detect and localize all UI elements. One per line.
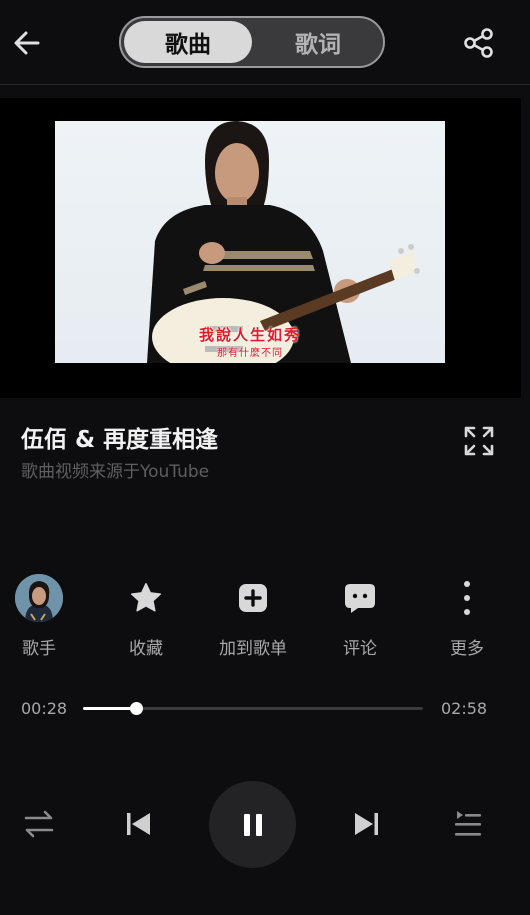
action-more[interactable]: 更多 <box>427 574 507 659</box>
action-favorite[interactable]: 收藏 <box>106 574 186 659</box>
more-vertical-icon <box>464 581 470 615</box>
action-comment[interactable]: 评论 <box>320 574 400 659</box>
video-source-note: 歌曲视频来源于YouTube <box>21 462 210 482</box>
arrow-left-icon <box>14 31 40 55</box>
play-pause-button[interactable] <box>209 781 296 868</box>
action-label: 歌手 <box>22 639 56 659</box>
video-frame: 我說人生如秀 那有什麼不同 <box>55 121 445 363</box>
repeat-shuffle-icon <box>24 810 54 838</box>
tab-lyrics[interactable]: 歌词 <box>255 21 381 63</box>
comment-icon <box>345 584 375 613</box>
back-button[interactable] <box>10 26 44 60</box>
playlist-queue-button[interactable] <box>447 804 487 844</box>
pause-icon <box>243 813 262 836</box>
skip-next-icon <box>355 813 378 835</box>
header-divider <box>0 84 530 85</box>
star-icon <box>131 583 161 612</box>
video-player[interactable]: 我說人生如秀 那有什麼不同 <box>0 98 521 398</box>
fullscreen-button[interactable] <box>462 424 496 458</box>
artist-avatar <box>15 574 63 622</box>
previous-button[interactable] <box>118 804 158 844</box>
action-artist[interactable]: 歌手 <box>0 574 79 659</box>
video-caption-main: 我說人生如秀 <box>198 326 301 344</box>
action-label: 加到歌单 <box>219 639 287 659</box>
play-mode-button[interactable] <box>19 804 59 844</box>
skip-previous-icon <box>127 813 150 835</box>
song-title: 伍佰 & 再度重相逢 <box>21 427 219 453</box>
fullscreen-expand-icon <box>464 426 494 456</box>
action-add-to-playlist[interactable]: 加到歌单 <box>213 574 293 659</box>
next-button[interactable] <box>347 804 387 844</box>
video-caption-secondary: 那有什麼不同 <box>217 348 283 359</box>
share-icon <box>464 28 493 58</box>
progress-thumb[interactable] <box>130 702 144 715</box>
action-label: 收藏 <box>129 639 163 659</box>
current-time: 00:28 <box>21 699 68 718</box>
add-playlist-icon <box>239 584 267 612</box>
tab-song[interactable]: 歌曲 <box>124 21 252 63</box>
action-label: 评论 <box>343 639 377 659</box>
action-label: 更多 <box>450 639 484 659</box>
progress-bar[interactable] <box>83 702 423 715</box>
progress-fill <box>83 707 137 710</box>
queue-list-icon <box>455 811 481 836</box>
share-button[interactable] <box>462 26 496 60</box>
total-time: 02:58 <box>441 699 488 718</box>
song-lyrics-toggle: 歌曲 歌词 <box>119 16 385 68</box>
